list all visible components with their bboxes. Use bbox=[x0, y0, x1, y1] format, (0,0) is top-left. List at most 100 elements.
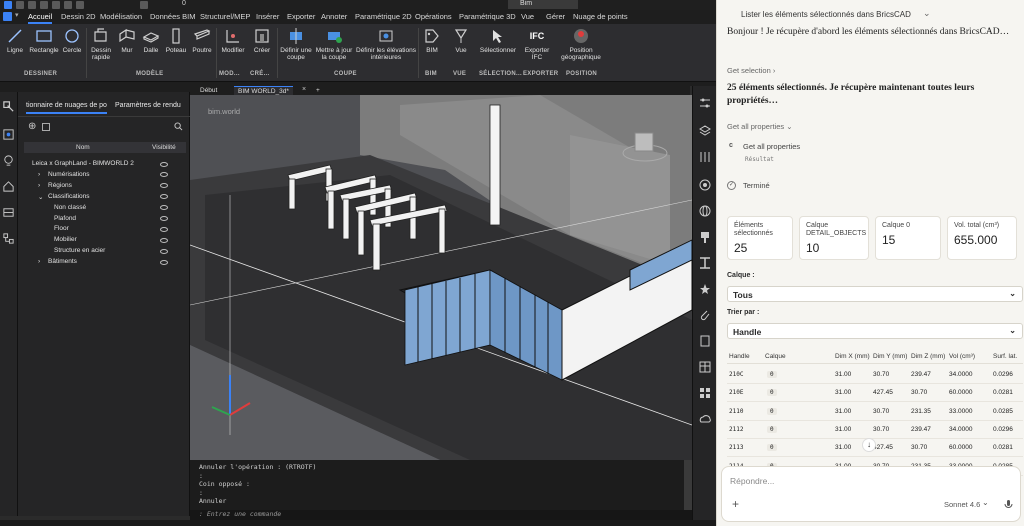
tab-modelisation[interactable]: Modélisation bbox=[100, 12, 142, 21]
tree-item[interactable]: Leica x GraphLand - BIMWORLD 2 bbox=[32, 160, 134, 167]
star-icon[interactable] bbox=[698, 282, 712, 296]
tab-parametrique-3d[interactable]: Paramétrique 3D bbox=[459, 12, 516, 21]
expand-chevron-icon[interactable]: ⌄ bbox=[38, 193, 43, 201]
tool-result-label[interactable]: Résultat bbox=[745, 156, 774, 163]
tree-item[interactable]: Non classé bbox=[54, 204, 86, 211]
define-section-button[interactable]: Définir une coupe bbox=[280, 27, 312, 61]
export-ifc-button[interactable]: IFC Exporter IFC bbox=[522, 27, 552, 61]
globe-icon[interactable] bbox=[698, 204, 712, 218]
target-icon[interactable] bbox=[698, 178, 712, 192]
layers-icon[interactable] bbox=[2, 206, 15, 219]
tab-debut[interactable]: Début bbox=[196, 86, 221, 95]
reply-box[interactable]: Répondre... + Sonnet 4.6 ⌄ bbox=[721, 466, 1021, 522]
sheet-icon[interactable] bbox=[698, 334, 712, 348]
add-icon[interactable]: ⊕ bbox=[28, 121, 36, 132]
tree-item[interactable]: Plafond bbox=[54, 215, 76, 222]
cloud-icon[interactable] bbox=[698, 412, 712, 426]
tab-nuage-de-points[interactable]: Nuage de points bbox=[573, 12, 628, 21]
tab-parametrique-2d[interactable]: Paramétrique 2D bbox=[355, 12, 412, 21]
visibility-eye-icon[interactable] bbox=[160, 237, 168, 243]
paperclip-icon[interactable] bbox=[698, 308, 712, 322]
tree-item[interactable]: Régions bbox=[48, 182, 72, 189]
reply-input[interactable]: Répondre... bbox=[730, 476, 774, 486]
tab-render-settings[interactable]: Paramètres de rendu bbox=[115, 102, 181, 109]
tab-bim-world-3d[interactable]: BIM WORLD_3d* bbox=[234, 86, 293, 95]
new-tab-button[interactable]: + bbox=[312, 86, 324, 95]
menu-dropdown-icon[interactable]: ▾ bbox=[15, 11, 19, 19]
chevron-down-icon[interactable]: ⌄ bbox=[923, 8, 931, 19]
workspace-selector[interactable]: Bim bbox=[508, 0, 578, 9]
grid-icon[interactable] bbox=[698, 386, 712, 400]
plus-icon[interactable]: + bbox=[732, 497, 739, 511]
bim-button[interactable]: BIM bbox=[421, 27, 443, 54]
command-scrollbar[interactable] bbox=[684, 460, 692, 510]
tree-item[interactable]: Mobilier bbox=[54, 236, 77, 243]
search-icon[interactable] bbox=[174, 122, 183, 131]
layer-value[interactable]: 0 bbox=[182, 0, 186, 7]
close-tab-icon[interactable]: × bbox=[302, 86, 306, 93]
tab-inserer[interactable]: Insérer bbox=[256, 12, 279, 21]
tree-item[interactable]: Floor bbox=[54, 225, 69, 232]
create-button[interactable]: Créer bbox=[250, 27, 274, 54]
save-icon[interactable] bbox=[40, 1, 48, 9]
define-interior-elevations-button[interactable]: Définir les élévations intérieures bbox=[356, 27, 416, 61]
column-visibility[interactable]: Visibilité bbox=[152, 144, 176, 151]
circle-button[interactable]: Cercle bbox=[60, 27, 84, 54]
expand-chevron-icon[interactable]: › bbox=[38, 258, 40, 265]
tab-point-cloud-manager[interactable]: tionnaire de nuages de po bbox=[26, 102, 107, 114]
tool-get-selection[interactable]: Get selection › bbox=[727, 66, 775, 75]
tree-item[interactable]: Classifications bbox=[48, 193, 90, 200]
open-file-icon[interactable] bbox=[28, 1, 36, 9]
properties-icon[interactable] bbox=[698, 96, 712, 110]
home-icon[interactable] bbox=[2, 180, 15, 193]
visibility-eye-icon[interactable] bbox=[160, 248, 168, 254]
column-button[interactable]: Poteau bbox=[164, 27, 188, 54]
visibility-eye-icon[interactable] bbox=[160, 194, 168, 200]
visibility-eye-icon[interactable] bbox=[160, 172, 168, 178]
select-button[interactable]: Sélectionner bbox=[477, 27, 519, 54]
expand-chevron-icon[interactable]: › bbox=[38, 171, 40, 178]
layers-stack-icon[interactable] bbox=[698, 124, 712, 138]
print-icon[interactable] bbox=[52, 1, 60, 9]
point-cloud-icon[interactable] bbox=[2, 128, 15, 141]
visibility-eye-icon[interactable] bbox=[160, 161, 168, 167]
undo-icon[interactable] bbox=[64, 1, 72, 9]
tool-get-all-properties[interactable]: Get all properties ⌄ bbox=[727, 122, 793, 131]
tab-structurel-mep[interactable]: Structurel/MEP bbox=[200, 12, 250, 21]
settings-square-icon[interactable] bbox=[42, 123, 50, 131]
visibility-eye-icon[interactable] bbox=[160, 205, 168, 211]
update-section-button[interactable]: Mettre à jour la coupe bbox=[314, 27, 354, 61]
tab-dessin-2d[interactable]: Dessin 2D bbox=[61, 12, 96, 21]
view-button[interactable]: Vue bbox=[449, 27, 473, 54]
model-selector[interactable]: Sonnet 4.6 bbox=[944, 500, 980, 509]
chevron-down-icon[interactable]: ⌄ bbox=[982, 498, 989, 507]
tree-item[interactable]: Numérisations bbox=[48, 171, 90, 178]
hierarchy-icon[interactable] bbox=[2, 232, 15, 245]
model-viewport[interactable]: bim.world bbox=[190, 95, 692, 460]
quick-draw-button[interactable]: Dessin rapide bbox=[88, 27, 114, 61]
expand-chevron-icon[interactable]: › bbox=[38, 182, 40, 189]
tab-vue[interactable]: Vue bbox=[521, 12, 534, 21]
tab-donnees-bim[interactable]: Données BIM bbox=[150, 12, 195, 21]
tab-accueil[interactable]: Accueil bbox=[28, 12, 53, 24]
command-input[interactable]: : Entrez une commande bbox=[190, 510, 692, 520]
paint-icon[interactable] bbox=[698, 230, 712, 244]
visibility-eye-icon[interactable] bbox=[160, 226, 168, 232]
settings-sliders-icon[interactable] bbox=[698, 150, 712, 164]
beam-button[interactable]: Poutre bbox=[190, 27, 214, 54]
tab-gerer[interactable]: Gérer bbox=[546, 12, 565, 21]
app-menu-icon[interactable] bbox=[4, 1, 12, 9]
tab-operations[interactable]: Opérations bbox=[415, 12, 452, 21]
redo-icon[interactable] bbox=[76, 1, 84, 9]
tab-annoter[interactable]: Annoter bbox=[321, 12, 347, 21]
wall-button[interactable]: Mur bbox=[116, 27, 138, 54]
light-bulb-icon[interactable] bbox=[2, 154, 15, 167]
visibility-eye-icon[interactable] bbox=[160, 183, 168, 189]
tree-item[interactable]: Bâtiments bbox=[48, 258, 77, 265]
visibility-eye-icon[interactable] bbox=[160, 259, 168, 265]
line-button[interactable]: Ligne bbox=[4, 27, 26, 54]
layer-filter-select[interactable]: Tous ⌄ bbox=[727, 286, 1023, 302]
new-file-icon[interactable] bbox=[16, 1, 24, 9]
structure-browser-icon[interactable] bbox=[2, 100, 15, 113]
conversation-title[interactable]: Lister les éléments sélectionnés dans Br… bbox=[741, 10, 911, 19]
